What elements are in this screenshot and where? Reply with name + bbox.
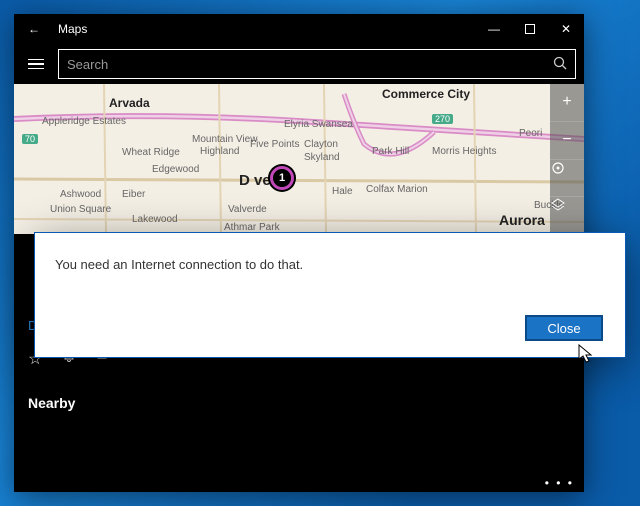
map-label-aurora: Aurora: [499, 212, 545, 228]
hamburger-menu-button[interactable]: [22, 50, 50, 78]
locate-me-button[interactable]: [550, 159, 584, 197]
map-label: Elyria Swansea: [284, 119, 353, 130]
map-label: Appleridge Estates: [42, 116, 126, 127]
locate-icon: [550, 160, 584, 197]
maximize-button[interactable]: [512, 14, 548, 44]
map-label: Park Hill: [372, 146, 409, 157]
more-button[interactable]: • • •: [545, 476, 574, 490]
map-shield-i270: 270: [432, 114, 453, 124]
dialog-close-button[interactable]: Close: [525, 315, 603, 341]
nearby-heading: Nearby: [14, 385, 584, 421]
map-label: Hale: [332, 186, 353, 197]
layers-button[interactable]: [550, 196, 584, 234]
map-label: Clayton: [304, 139, 338, 150]
map-label: Colfax Marion: [366, 184, 428, 195]
maximize-icon: [525, 24, 535, 34]
map-label: Mountain View: [192, 134, 257, 145]
search-bar: Search: [14, 44, 584, 84]
map-label-commerce: Commerce City: [382, 87, 470, 101]
map-label: Union Square: [50, 204, 111, 215]
map-label: Skyland: [304, 152, 340, 163]
layers-icon: [550, 197, 584, 234]
map-side-controls: + −: [550, 84, 584, 234]
map-label: Eiber: [122, 189, 145, 200]
map-label: Valverde: [228, 204, 267, 215]
error-dialog: You need an Internet connection to do th…: [34, 232, 626, 358]
map-label: Lakewood: [132, 214, 178, 225]
map-shield-i70: 70: [22, 134, 38, 144]
zoom-out-button[interactable]: −: [550, 121, 584, 159]
map-label: Highland: [200, 146, 239, 157]
app-title: Maps: [54, 22, 476, 36]
minimize-button[interactable]: —: [476, 14, 512, 44]
map-label: Wheat Ridge: [122, 147, 180, 158]
map-pin-1[interactable]: 1: [270, 166, 294, 190]
map-label: Five Points: [250, 139, 299, 150]
dialog-message: You need an Internet connection to do th…: [35, 233, 625, 296]
map-label: Morris Heights: [432, 146, 496, 157]
titlebar: ← Maps — ✕: [14, 14, 584, 44]
search-placeholder: Search: [67, 57, 553, 72]
map-label: Peori: [519, 128, 542, 139]
search-input[interactable]: Search: [58, 49, 576, 79]
search-icon[interactable]: [553, 56, 567, 73]
map-label: Ashwood: [60, 189, 101, 200]
zoom-in-button[interactable]: +: [550, 84, 584, 121]
close-window-button[interactable]: ✕: [548, 14, 584, 44]
map-canvas[interactable]: Arvada Commerce City D ver Aurora Appler…: [14, 84, 584, 234]
back-button[interactable]: ←: [14, 22, 54, 36]
map-label-arvada: Arvada: [109, 96, 150, 110]
map-label: Edgewood: [152, 164, 199, 175]
